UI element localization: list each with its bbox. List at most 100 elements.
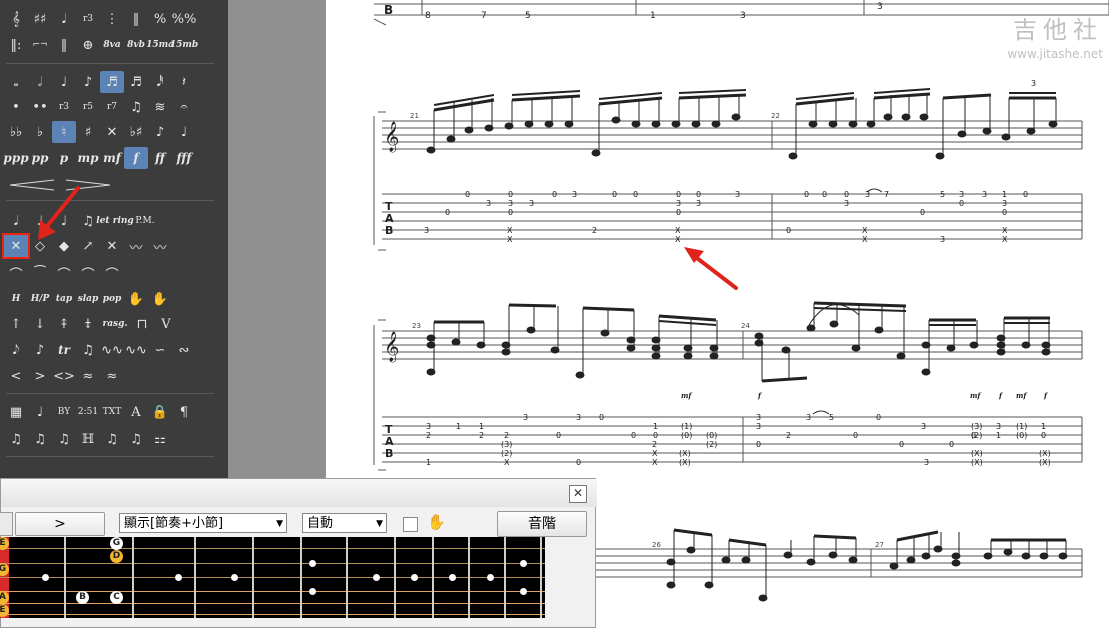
dynamic-mf-button[interactable]: mf	[100, 147, 124, 169]
trill-button[interactable]: tr	[52, 339, 76, 361]
fade-out-button[interactable]: ≈	[100, 365, 124, 387]
ottava-up-button[interactable]: 8va	[100, 34, 124, 56]
pre-bend-button[interactable]: ⌒	[52, 262, 76, 284]
thirty-second-note-button[interactable]: ♬	[124, 71, 148, 93]
crescendo-button[interactable]: <	[4, 365, 28, 387]
turn-button[interactable]: ∽	[148, 339, 172, 361]
bend-release-button[interactable]: ⁀	[28, 262, 52, 284]
natural-button[interactable]: ♮	[52, 121, 76, 143]
time-signature-button[interactable]: 𝅘𝅥	[52, 8, 76, 30]
dynamic-fff-button[interactable]: fff	[172, 147, 196, 169]
up-bow-button[interactable]: V	[154, 313, 178, 335]
downstroke-button[interactable]: ↓	[28, 313, 52, 335]
pop-button[interactable]: pop	[100, 288, 124, 310]
inverted-mordent-button[interactable]: ∿∿	[124, 339, 148, 361]
text-button[interactable]: TXT	[100, 401, 124, 423]
rest-button[interactable]: 𝄽	[172, 71, 196, 93]
bend-button[interactable]: ⌒	[4, 262, 28, 284]
whammy-button[interactable]: ✕	[100, 235, 124, 257]
upstroke-button[interactable]: ↑	[4, 313, 28, 335]
repeat-end-button[interactable]: ‖	[52, 34, 76, 56]
chord-diagram-button[interactable]: ▦	[4, 401, 28, 423]
auto-beam-button[interactable]: ♫	[4, 428, 28, 450]
arpeggio-up-button[interactable]: ⤉	[52, 313, 76, 335]
dynamic-ff-button[interactable]: ff	[148, 147, 172, 169]
slur-button[interactable]: ⌒	[100, 262, 124, 284]
dead-note-button[interactable]: 𝅘𝅥	[4, 210, 28, 232]
fade-in-button[interactable]: ≈	[76, 365, 100, 387]
fret-note[interactable]: D	[110, 550, 123, 563]
arpeggio-down-button[interactable]: ⤈	[76, 313, 100, 335]
sixteenth-note-button[interactable]: ♬	[100, 71, 124, 93]
sixty-fourth-note-button[interactable]: 𝅘𝅥𝅰	[148, 71, 172, 93]
half-note-button[interactable]: 𝅗𝅥	[28, 71, 52, 93]
hand-icon[interactable]: ✋	[427, 513, 446, 531]
lock-icon[interactable]: 🔒	[148, 401, 172, 423]
sharp-button[interactable]: ♯	[76, 121, 100, 143]
key-signature-button[interactable]: ♯♯	[28, 8, 52, 30]
tremolo-picking-button[interactable]: ♫	[76, 339, 100, 361]
accent-note-button[interactable]: ♩	[172, 121, 196, 143]
auto-rhythm-button[interactable]: ♫	[100, 428, 124, 450]
dynamic-ppp-button[interactable]: ppp	[3, 147, 28, 169]
dynamic-pp-button[interactable]: pp	[28, 147, 52, 169]
slap-button[interactable]: slap	[76, 288, 100, 310]
mordent-button[interactable]: ∿∿	[100, 339, 124, 361]
septuplet-button[interactable]: r7	[100, 96, 124, 118]
fretboard[interactable]: E G A E G D B C	[0, 537, 545, 618]
fret-note[interactable]: G	[110, 537, 123, 550]
slash-notation-button[interactable]: ⚏	[148, 428, 172, 450]
repeat-start-button[interactable]: ‖:	[4, 34, 28, 56]
dynamic-mp-button[interactable]: mp	[76, 147, 100, 169]
palm-mute-button[interactable]: P.M.	[130, 210, 160, 232]
volta-button[interactable]: ⌐¬	[28, 34, 52, 56]
left-hand-icon[interactable]: ✋	[124, 288, 148, 310]
beam-button[interactable]: ♫	[28, 428, 52, 450]
down-bow-button[interactable]: ⊓	[130, 313, 154, 335]
whole-note-button[interactable]: 𝅝	[4, 71, 28, 93]
tap-button[interactable]: tap	[52, 288, 76, 310]
dot-button[interactable]: •	[4, 96, 28, 118]
flat-sharp-button[interactable]: ♭♯	[124, 121, 148, 143]
vibrato-button[interactable]: 〰	[124, 235, 148, 257]
quindicesima-up-button[interactable]: 15ma	[146, 34, 174, 56]
quindicesima-down-button[interactable]: 15mb	[170, 34, 198, 56]
break-beam-button[interactable]: ♫	[52, 428, 76, 450]
ghost-note-button[interactable]: ♪	[148, 121, 172, 143]
fermata-button[interactable]: 𝄐	[172, 96, 196, 118]
double-dot-button[interactable]: ••	[28, 96, 52, 118]
flag-button[interactable]: ♫	[124, 428, 148, 450]
previous-button[interactable]	[0, 512, 13, 536]
dotted-barline-button[interactable]: ⋮	[100, 8, 124, 30]
dead-note-x-button[interactable]: ✕	[2, 233, 30, 259]
next-button[interactable]: >	[15, 512, 105, 536]
let-ring-button[interactable]: let ring	[96, 210, 133, 232]
double-sharp-button[interactable]: ✕	[100, 121, 124, 143]
rasgueado-button[interactable]: rasg.	[100, 313, 130, 335]
grace-button[interactable]: 𝅘𝅥𝅮	[4, 339, 28, 361]
quintuplet-button[interactable]: r5	[76, 96, 100, 118]
beam-group-button[interactable]: ℍ	[76, 428, 100, 450]
quarter-note-button[interactable]: ♩	[52, 71, 76, 93]
paragraph-icon[interactable]: ¶	[172, 401, 196, 423]
option-checkbox[interactable]	[403, 517, 418, 532]
tuplet-bar-button[interactable]: r3	[76, 8, 100, 30]
right-hand-icon[interactable]: ✋	[148, 288, 172, 310]
flat-button[interactable]: ♭	[28, 121, 52, 143]
clef-button[interactable]: 𝄞	[4, 8, 28, 30]
double-flat-button[interactable]: ♭♭	[4, 121, 28, 143]
lyrics-by-button[interactable]: BY	[52, 401, 76, 423]
auto-mode-select[interactable]: 自動 ▼	[302, 513, 387, 533]
acciaccatura-button[interactable]: ♪	[28, 339, 52, 361]
tempo-button[interactable]: ♩	[28, 401, 52, 423]
close-button[interactable]: ✕	[569, 485, 587, 503]
pre-bend-release-button[interactable]: ⌒	[76, 262, 100, 284]
hammer-on-button[interactable]: H	[4, 288, 28, 310]
timer-button[interactable]: 2:51	[76, 401, 100, 423]
decrescendo-button[interactable]: >	[28, 365, 52, 387]
eighth-note-button[interactable]: ♪	[76, 71, 100, 93]
swell-button[interactable]: <>	[52, 365, 76, 387]
fret-note[interactable]: C	[110, 591, 123, 604]
fret-note[interactable]: B	[76, 591, 89, 604]
tremolo-button[interactable]: ≋	[148, 96, 172, 118]
